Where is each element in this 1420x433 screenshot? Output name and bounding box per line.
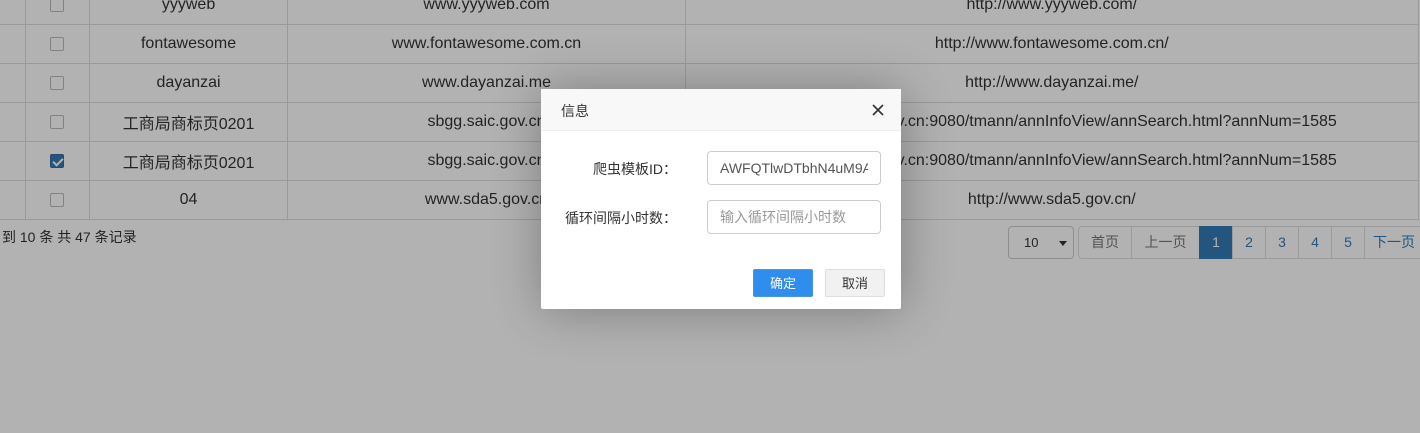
page: yyyweb www.yyyweb.com http://www.yyyweb.… <box>0 0 1420 433</box>
template-id-label: 爬虫模板ID： <box>593 161 677 177</box>
cancel-button[interactable]: 取消 <box>825 269 885 297</box>
interval-label: 循环间隔小时数： <box>565 210 677 226</box>
interval-row: 循环间隔小时数： <box>541 200 901 234</box>
info-dialog: 信息 爬虫模板ID： 循环间隔小时数： 确定 取消 <box>541 89 901 309</box>
confirm-button[interactable]: 确定 <box>753 269 813 297</box>
template-id-input[interactable] <box>707 151 881 185</box>
dialog-title: 信息 <box>561 103 589 119</box>
template-id-row: 爬虫模板ID： <box>541 151 901 185</box>
close-icon[interactable] <box>871 103 885 117</box>
interval-hours-input[interactable] <box>707 200 881 234</box>
dialog-header: 信息 <box>541 89 901 131</box>
